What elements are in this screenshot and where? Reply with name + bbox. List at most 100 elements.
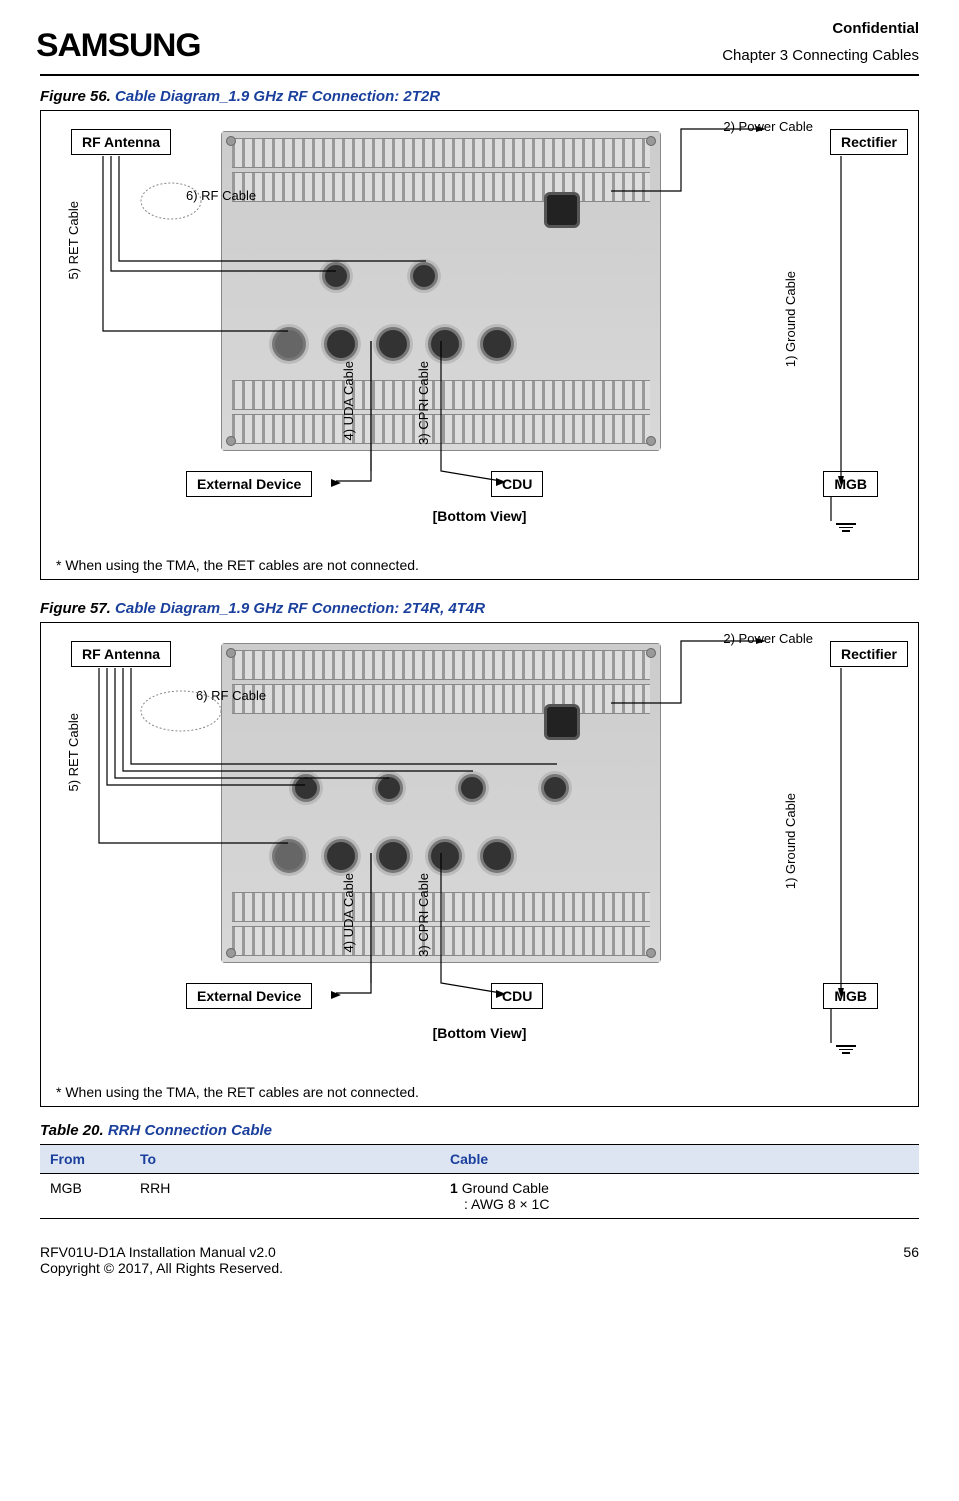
power-port — [544, 192, 580, 228]
figure-56-title: Cable Diagram_1.9 GHz RF Connection: 2T2… — [115, 88, 440, 105]
rectifier-box: Rectifier — [830, 129, 908, 155]
col-from: From — [40, 1145, 130, 1174]
cable-name: Ground Cable — [462, 1180, 549, 1196]
figure-57-label: Figure 57. — [40, 600, 111, 617]
vent-bottom — [232, 414, 650, 444]
figure-57-title: Cable Diagram_1.9 GHz RF Connection: 2T4… — [115, 600, 485, 617]
cdu-box: CDU — [491, 471, 543, 497]
manual-version: RFV01U-D1A Installation Manual v2.0 — [40, 1244, 283, 1260]
cell-to: RRH — [130, 1174, 440, 1219]
figure-57-diagram: RF Antenna Rectifier External Device CDU… — [40, 622, 919, 1107]
vent-row — [232, 172, 650, 202]
rf-antenna-box: RF Antenna — [71, 641, 171, 667]
screw-icon — [226, 948, 236, 958]
cdu-box: CDU — [491, 983, 543, 1009]
port — [272, 839, 306, 873]
screw-icon — [226, 436, 236, 446]
screw-icon — [646, 136, 656, 146]
page-number: 56 — [903, 1244, 919, 1276]
footer-left: RFV01U-D1A Installation Manual v2.0 Copy… — [40, 1244, 283, 1276]
screw-icon — [226, 136, 236, 146]
screw-icon — [646, 948, 656, 958]
mgb-box: MGB — [823, 471, 878, 497]
cable-number: 1 — [450, 1180, 458, 1196]
uda-cable-label: 4) UDA Cable — [341, 361, 356, 440]
page-footer: RFV01U-D1A Installation Manual v2.0 Copy… — [40, 1244, 919, 1276]
table-20-label: Table 20. — [40, 1122, 104, 1139]
copyright: Copyright © 2017, All Rights Reserved. — [40, 1260, 283, 1276]
page-header: SAMSUNG Confidential Chapter 3 Connectin… — [40, 20, 919, 76]
cpri-cable-label: 3) CPRI Cable — [416, 873, 431, 957]
port — [272, 327, 306, 361]
ret-cable-label: 5) RET Cable — [66, 713, 81, 792]
power-port — [544, 704, 580, 740]
col-cable: Cable — [440, 1145, 919, 1174]
figure-56-caption: Figure 56. Cable Diagram_1.9 GHz RF Conn… — [40, 88, 919, 105]
ground-symbol-icon — [836, 521, 856, 534]
table-20-title: RRH Connection Cable — [108, 1122, 272, 1139]
port — [322, 262, 350, 290]
screw-icon — [226, 648, 236, 658]
ground-symbol-icon — [836, 1043, 856, 1056]
port — [376, 327, 410, 361]
mgb-box: MGB — [823, 983, 878, 1009]
bottom-view-label: [Bottom View] — [433, 1025, 527, 1041]
figure-57-note: * When using the TMA, the RET cables are… — [56, 1084, 419, 1100]
power-cable-label: 2) Power Cable — [723, 631, 813, 646]
chapter-label: Chapter 3 Connecting Cables — [722, 47, 919, 64]
screw-icon — [646, 648, 656, 658]
rf-cable-label: 6) RF Cable — [186, 188, 256, 203]
bottom-view-label: [Bottom View] — [433, 508, 527, 524]
port — [428, 839, 462, 873]
port — [480, 327, 514, 361]
external-device-box: External Device — [186, 471, 312, 497]
confidential-label: Confidential — [722, 20, 919, 37]
screw-icon — [646, 436, 656, 446]
rectifier-box: Rectifier — [830, 641, 908, 667]
port — [541, 774, 569, 802]
table-row: MGB RRH 1 Ground Cable : AWG 8 × 1C — [40, 1174, 919, 1219]
port — [480, 839, 514, 873]
rrh-connection-table: From To Cable MGB RRH 1 Ground Cable : A… — [40, 1144, 919, 1219]
figure-56-diagram: RF Antenna Rectifier External Device CDU… — [40, 110, 919, 580]
figure-57-caption: Figure 57. Cable Diagram_1.9 GHz RF Conn… — [40, 600, 919, 617]
port — [375, 774, 403, 802]
port — [428, 327, 462, 361]
table-20-caption: Table 20. RRH Connection Cable — [40, 1122, 919, 1139]
port — [410, 262, 438, 290]
vent-row — [232, 380, 650, 410]
vent-row — [232, 684, 650, 714]
cell-cable: 1 Ground Cable : AWG 8 × 1C — [440, 1174, 919, 1219]
vent-bottom — [232, 926, 650, 956]
power-cable-label: 2) Power Cable — [723, 119, 813, 134]
port — [376, 839, 410, 873]
rf-cable-label: 6) RF Cable — [196, 688, 266, 703]
device-panel — [221, 131, 661, 451]
cpri-cable-label: 3) CPRI Cable — [416, 361, 431, 445]
rf-port-row — [322, 262, 438, 290]
rf-port-row — [292, 774, 569, 802]
cell-from: MGB — [40, 1174, 130, 1219]
port — [324, 327, 358, 361]
lower-port-row — [272, 839, 514, 873]
ground-cable-label: 1) Ground Cable — [783, 271, 798, 367]
ground-cable-label: 1) Ground Cable — [783, 793, 798, 889]
device-panel-inner — [222, 644, 660, 962]
figure-56-note: * When using the TMA, the RET cables are… — [56, 557, 419, 573]
rf-antenna-box: RF Antenna — [71, 129, 171, 155]
uda-cable-label: 4) UDA Cable — [341, 873, 356, 952]
brand-logo: SAMSUNG — [36, 27, 200, 64]
vent-top — [232, 138, 650, 168]
table-header-row: From To Cable — [40, 1145, 919, 1174]
figure-56-label: Figure 56. — [40, 88, 111, 105]
cable-spec: : AWG 8 × 1C — [450, 1196, 549, 1212]
port — [458, 774, 486, 802]
col-to: To — [130, 1145, 440, 1174]
port — [324, 839, 358, 873]
device-panel-inner — [222, 132, 660, 450]
ret-cable-label: 5) RET Cable — [66, 201, 81, 280]
external-device-box: External Device — [186, 983, 312, 1009]
vent-top — [232, 650, 650, 680]
device-panel — [221, 643, 661, 963]
vent-row — [232, 892, 650, 922]
